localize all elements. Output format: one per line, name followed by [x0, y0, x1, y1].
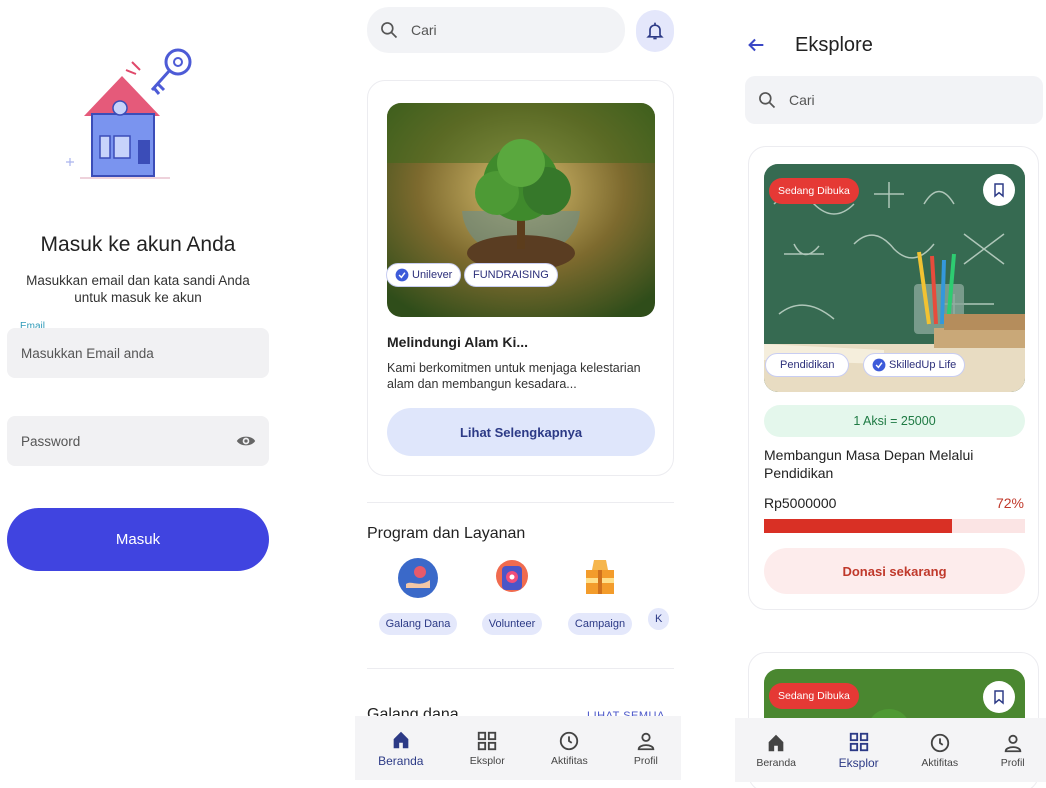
featured-description: Kami berkomitmen untuk menjaga kelestari…	[387, 361, 641, 391]
partner-chip[interactable]: SkilledUp Life	[863, 353, 966, 377]
featured-title: Melindungi Alam Ki...	[387, 334, 529, 350]
progress-bar	[764, 519, 1025, 533]
search-input[interactable]: Cari	[745, 76, 1043, 124]
nav-label: Profil	[633, 754, 658, 767]
nav-eksplor[interactable]: Eksplor	[839, 731, 879, 770]
explore-screen: Eksplore Cari Sedang Dibuka Pendidikan S…	[735, 0, 1046, 788]
service-label: Galang Dana	[378, 613, 458, 635]
divider	[367, 502, 674, 503]
bottom-nav: Beranda Eksplor Aktifitas Profil	[355, 716, 681, 780]
house-key-illustration	[66, 48, 192, 179]
verified-icon	[395, 268, 409, 282]
status-badge: Sedang Dibuka	[769, 178, 859, 204]
search-input[interactable]: Cari	[367, 7, 625, 53]
donate-button[interactable]: Donasi sekarang	[764, 548, 1025, 594]
clock-icon	[930, 733, 949, 752]
email-placeholder: Masukkan Email anda	[21, 345, 154, 361]
nav-profil[interactable]: Profil	[634, 730, 658, 767]
status-badge: Sedang Dibuka	[769, 683, 859, 709]
notification-button[interactable]	[636, 10, 674, 52]
more-service-icon	[648, 556, 678, 600]
service-label: K	[648, 608, 670, 630]
bookmark-button[interactable]	[983, 681, 1015, 713]
nav-profil[interactable]: Profil	[1001, 732, 1025, 769]
nav-label: Eksplor	[838, 755, 879, 770]
password-field[interactable]: Password	[7, 416, 269, 466]
service-campaign[interactable]: Campaign	[560, 556, 640, 635]
partner-chip-label: Unilever	[412, 269, 453, 281]
nav-label: Aktifitas	[921, 756, 959, 769]
search-placeholder: Cari	[789, 92, 815, 108]
bookmark-icon	[994, 690, 1004, 705]
fundraise-icon	[398, 558, 438, 598]
home-icon	[768, 734, 784, 751]
nav-label: Eksplor	[469, 754, 505, 767]
progress-fill	[764, 519, 952, 533]
nav-beranda[interactable]: Beranda	[378, 729, 423, 768]
category-chip-label: FUNDRAISING	[473, 269, 549, 281]
password-placeholder: Password	[21, 433, 81, 449]
volunteer-icon	[496, 560, 528, 592]
aksi-badge: 1 Aksi = 25000	[764, 405, 1025, 437]
partner-chip-label: SkilledUp Life	[889, 359, 957, 371]
nav-label: Beranda	[378, 753, 424, 768]
see-more-button[interactable]: Lihat Selengkapnya	[387, 408, 655, 456]
eye-icon[interactable]	[235, 431, 257, 451]
search-placeholder: Cari	[411, 22, 437, 38]
category-chip-label: Pendidikan	[780, 359, 835, 371]
services-title: Program dan Layanan	[367, 525, 526, 542]
grid-icon	[849, 732, 868, 751]
campaign-card[interactable]: Sedang Dibuka Pendidikan SkilledUp Life …	[748, 146, 1039, 610]
page-title: Eksplore	[795, 34, 873, 56]
partner-chip[interactable]: Unilever	[386, 263, 462, 287]
bottom-nav: Beranda Eksplor Aktifitas Profil	[735, 718, 1046, 782]
service-label: Volunteer	[481, 613, 543, 635]
divider	[367, 668, 674, 669]
progress-percent: 72%	[995, 495, 1024, 511]
service-more[interactable]: K	[648, 556, 678, 630]
category-chip[interactable]: FUNDRAISING	[464, 263, 558, 287]
campaign-icon	[586, 560, 614, 594]
service-label: Campaign	[567, 613, 633, 635]
user-icon	[637, 732, 655, 750]
page-title: Masuk ke akun Anda	[40, 233, 236, 256]
page-subtitle: Masukkan email dan kata sandi Anda untuk…	[26, 273, 250, 305]
home-icon	[393, 731, 409, 748]
grid-icon	[478, 731, 497, 750]
home-screen: Cari Unilever FUNDRAISING Melindungi Ala…	[355, 0, 685, 788]
nav-aktifitas[interactable]: Aktifitas	[921, 732, 958, 769]
target-amount: Rp5000000	[764, 495, 837, 511]
campaign-title: Membangun Masa Depan Melalui Pendidikan	[764, 447, 974, 481]
nav-label: Aktifitas	[550, 754, 588, 767]
verified-icon	[872, 358, 886, 372]
nav-label: Profil	[1000, 756, 1025, 769]
service-galang-dana[interactable]: Galang Dana	[378, 556, 458, 635]
bell-icon	[646, 22, 664, 40]
search-icon	[759, 92, 776, 109]
category-chip[interactable]: Pendidikan	[765, 353, 850, 377]
bookmark-icon	[994, 183, 1004, 198]
featured-card[interactable]: Unilever FUNDRAISING Melindungi Alam Ki.…	[367, 80, 674, 476]
nav-aktifitas[interactable]: Aktifitas	[551, 730, 588, 767]
nav-label: Beranda	[756, 756, 797, 769]
search-icon	[381, 22, 398, 39]
user-icon	[1004, 734, 1021, 752]
nav-beranda[interactable]: Beranda	[756, 732, 796, 769]
back-arrow-icon[interactable]	[745, 34, 767, 56]
login-screen: Masuk ke akun Anda Masukkan email dan ka…	[0, 0, 280, 788]
nav-eksplor[interactable]: Eksplor	[470, 730, 505, 767]
service-volunteer[interactable]: Volunteer	[472, 556, 552, 635]
email-field[interactable]: Masukkan Email anda	[7, 328, 269, 378]
clock-icon	[560, 731, 579, 750]
bookmark-button[interactable]	[983, 174, 1015, 206]
login-button[interactable]: Masuk	[7, 508, 269, 571]
